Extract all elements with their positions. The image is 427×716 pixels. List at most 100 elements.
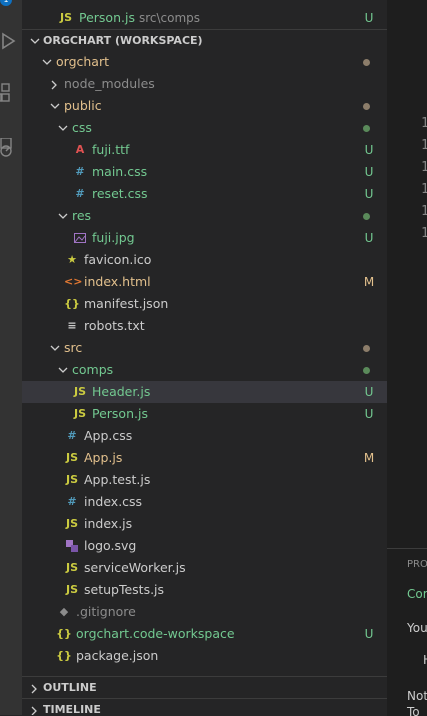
- git-status-dot: [363, 345, 370, 352]
- outline-header[interactable]: OUTLINE: [22, 676, 387, 699]
- js-file-icon: JS: [65, 473, 78, 486]
- file-row[interactable]: JS App.js M: [22, 447, 387, 469]
- line-number: 1: [421, 204, 427, 219]
- row-label: App.css: [84, 428, 133, 443]
- file-row[interactable]: JS setupTests.js: [22, 579, 387, 601]
- outline-label: OUTLINE: [43, 681, 97, 694]
- panel-line: Not: [407, 689, 427, 703]
- line-number: 1: [421, 116, 427, 131]
- git-status-dot: [363, 367, 370, 374]
- file-row[interactable]: {} orgchart.code-workspace U: [22, 623, 387, 645]
- file-row[interactable]: logo.svg: [22, 535, 387, 557]
- chevron-down-icon: [48, 95, 60, 117]
- workspace-title: ORGCHART (WORKSPACE): [43, 34, 203, 47]
- bottom-panel: PRO Com You H Not To: [387, 548, 427, 716]
- workspace-header[interactable]: ORGCHART (WORKSPACE): [22, 29, 387, 52]
- row-label: orgchart.code-workspace: [76, 626, 235, 641]
- file-row[interactable]: {} package.json: [22, 645, 387, 667]
- git-status: U: [364, 143, 374, 157]
- row-label: orgchart: [56, 54, 109, 69]
- js-file-icon: JS: [73, 407, 86, 420]
- chevron-down-icon: [28, 30, 40, 52]
- folder-row[interactable]: res: [22, 205, 387, 227]
- folder-row[interactable]: orgchart: [22, 51, 387, 73]
- file-path: src\comps: [138, 11, 201, 25]
- run-debug-icon[interactable]: [0, 30, 22, 52]
- folder-row[interactable]: comps: [22, 359, 387, 381]
- file-row[interactable]: {} manifest.json: [22, 293, 387, 315]
- row-label: serviceWorker.js: [84, 560, 186, 575]
- row-label: fuji.jpg: [92, 230, 135, 245]
- row-label: App.js: [84, 450, 123, 465]
- git-status: U: [364, 165, 374, 179]
- git-status-dot: [363, 103, 370, 110]
- folder-row[interactable]: css: [22, 117, 387, 139]
- chevron-right-icon: [28, 677, 40, 699]
- file-row[interactable]: JS serviceWorker.js: [22, 557, 387, 579]
- chevron-down-icon: [56, 359, 68, 381]
- badge-count: 1: [0, 0, 12, 6]
- file-row[interactable]: ★ favicon.ico: [22, 249, 387, 271]
- extensions-icon[interactable]: [0, 82, 22, 104]
- git-status-dot: [363, 59, 370, 66]
- remote-icon[interactable]: [0, 137, 22, 160]
- timeline-header[interactable]: TIMELINE: [22, 698, 387, 715]
- css-file-icon: #: [75, 187, 85, 200]
- row-label: App.test.js: [84, 472, 151, 487]
- row-label: node_modules: [64, 76, 155, 91]
- html-file-icon: <>: [64, 275, 83, 288]
- js-file-icon: JS: [73, 385, 86, 398]
- activity-bar: 1: [0, 0, 22, 715]
- row-label: .gitignore: [76, 604, 136, 619]
- js-file-icon: JS: [65, 561, 78, 574]
- row-label: package.json: [76, 648, 159, 663]
- file-row[interactable]: JS index.js: [22, 513, 387, 535]
- js-file-icon: JS: [65, 517, 78, 530]
- image-file-icon: [72, 227, 88, 249]
- file-row[interactable]: # main.css U: [22, 161, 387, 183]
- timeline-label: TIMELINE: [43, 703, 101, 715]
- file-row[interactable]: <> index.html M: [22, 271, 387, 293]
- panel-line: PRO: [407, 559, 427, 570]
- file-row[interactable]: JS App.test.js: [22, 469, 387, 491]
- folder-row[interactable]: src: [22, 337, 387, 359]
- js-file-icon: JS: [65, 451, 78, 464]
- folder-row[interactable]: public: [22, 95, 387, 117]
- json-file-icon: {}: [56, 649, 72, 662]
- git-status: U: [364, 231, 374, 245]
- file-row[interactable]: # reset.css U: [22, 183, 387, 205]
- open-editor-person-js[interactable]: JS Person.js src\comps U: [22, 7, 387, 29]
- file-row[interactable]: JS Person.js U: [22, 403, 387, 425]
- file-label: Person.js: [79, 10, 135, 25]
- chevron-right-icon: [48, 73, 60, 95]
- chevron-down-icon: [48, 337, 60, 359]
- chevron-down-icon: [56, 205, 68, 227]
- file-row[interactable]: Afuji.ttf U: [22, 139, 387, 161]
- row-label: logo.svg: [84, 538, 137, 553]
- row-label: public: [64, 98, 102, 113]
- notification-badge: 1: [0, 0, 22, 22]
- git-status-dot: [363, 125, 370, 132]
- git-status: U: [364, 187, 374, 201]
- file-row[interactable]: fuji.jpg U: [22, 227, 387, 249]
- json-file-icon: {}: [56, 627, 72, 640]
- git-status: U: [364, 385, 374, 399]
- row-label: res: [72, 208, 92, 223]
- row-label: Header.js: [92, 384, 151, 399]
- chevron-right-icon: [28, 699, 40, 715]
- css-file-icon: #: [75, 165, 85, 178]
- css-file-icon: #: [67, 429, 77, 442]
- file-row[interactable]: # App.css: [22, 425, 387, 447]
- file-row[interactable]: # index.css: [22, 491, 387, 513]
- file-row[interactable]: JS Header.js U: [22, 381, 387, 403]
- row-label: main.css: [92, 164, 148, 179]
- panel-line: To: [407, 705, 420, 716]
- file-row[interactable]: ◆ .gitignore: [22, 601, 387, 623]
- explorer-sidebar: INDEX.html · F:\programs\react\orgchart …: [22, 0, 387, 715]
- file-row[interactable]: ≡ robots.txt: [22, 315, 387, 337]
- git-status: U: [364, 627, 374, 641]
- git-status: U: [364, 11, 374, 25]
- font-file-icon: A: [75, 143, 85, 156]
- json-file-icon: {}: [64, 297, 80, 310]
- folder-row[interactable]: node_modules: [22, 73, 387, 95]
